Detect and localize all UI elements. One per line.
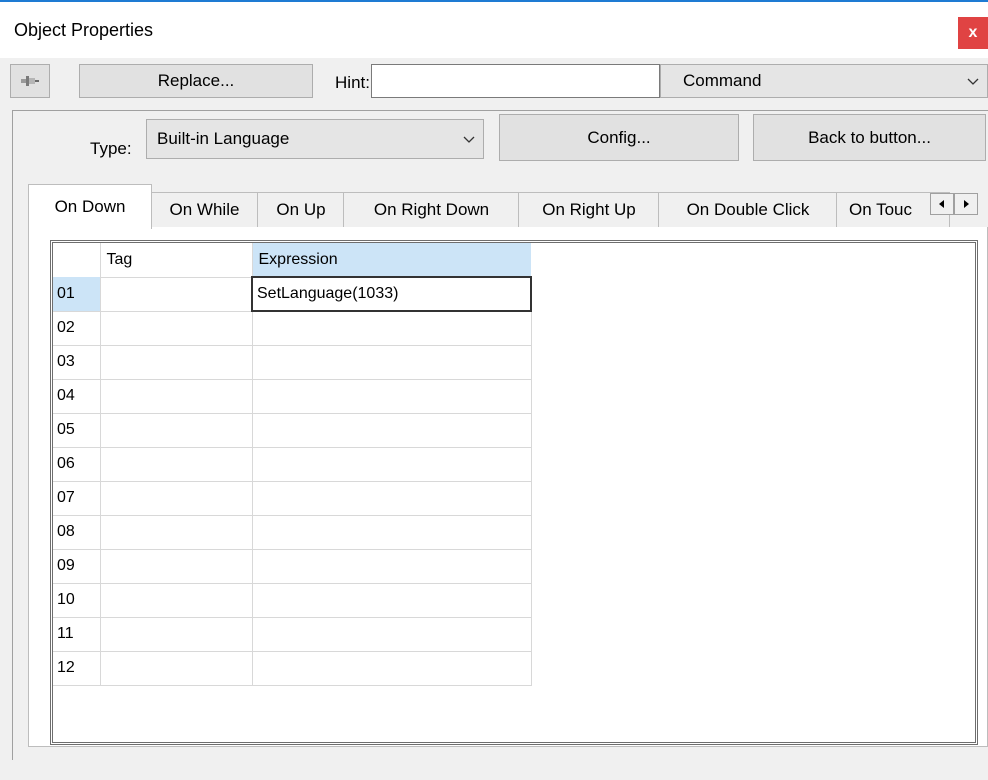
row-number[interactable]: 12 — [53, 651, 101, 686]
scroll-left-button[interactable] — [930, 193, 954, 215]
table-row: 03 — [53, 345, 532, 380]
config-button[interactable]: Config... — [499, 114, 739, 161]
tag-cell[interactable] — [100, 651, 253, 686]
table-row: 12 — [53, 651, 532, 686]
hint-label: Hint: — [335, 73, 370, 92]
tag-cell[interactable] — [100, 379, 253, 414]
expression-cell[interactable] — [252, 617, 532, 652]
expression-cell[interactable]: SetLanguage(1033) — [251, 276, 532, 312]
expression-cell[interactable] — [252, 481, 532, 516]
type-label: Type: — [90, 139, 132, 158]
row-number[interactable]: 04 — [53, 379, 101, 414]
tag-cell[interactable] — [100, 617, 253, 652]
back-to-button-button[interactable]: Back to button... — [753, 114, 986, 161]
table-row: 04 — [53, 379, 532, 414]
type-dropdown-value: Built-in Language — [157, 129, 290, 148]
tab-on-while[interactable]: On While — [150, 192, 259, 227]
arrow-right-icon — [964, 200, 969, 208]
event-tabs: On Down On While On Up On Right Down On … — [28, 184, 988, 229]
type-dropdown[interactable]: Built-in Language — [146, 119, 484, 159]
expression-grid: Tag Expression 01 SetLanguage(1033) 02 0… — [53, 243, 534, 686]
expression-cell[interactable] — [252, 651, 532, 686]
tag-cell[interactable] — [100, 311, 253, 346]
pushpin-icon — [21, 76, 39, 86]
table-row: 06 — [53, 447, 532, 482]
table-row: 10 — [53, 583, 532, 618]
row-number[interactable]: 06 — [53, 447, 101, 482]
table-row: 09 — [53, 549, 532, 584]
table-row: 08 — [53, 515, 532, 550]
tab-on-right-up[interactable]: On Right Up — [518, 192, 660, 227]
grid-corner — [53, 243, 101, 277]
tag-cell[interactable] — [100, 583, 253, 618]
table-row: 05 — [53, 413, 532, 448]
expression-cell[interactable] — [252, 413, 532, 448]
scroll-right-button[interactable] — [954, 193, 978, 215]
tag-cell[interactable] — [100, 413, 253, 448]
tab-on-down[interactable]: On Down — [28, 184, 152, 229]
arrow-left-icon — [939, 200, 944, 208]
table-row: 07 — [53, 481, 532, 516]
tab-on-up[interactable]: On Up — [257, 192, 345, 227]
expression-cell[interactable] — [252, 447, 532, 482]
hint-input[interactable] — [371, 64, 660, 98]
replace-button[interactable]: Replace... — [79, 64, 313, 98]
command-dropdown-value: Command — [683, 71, 762, 90]
tag-cell[interactable] — [100, 515, 253, 550]
expression-cell[interactable] — [252, 379, 532, 414]
row-number[interactable]: 07 — [53, 481, 101, 516]
row-number[interactable]: 01 — [53, 277, 101, 312]
tab-scroll-buttons — [930, 193, 978, 215]
row-number[interactable]: 03 — [53, 345, 101, 380]
column-header-tag[interactable]: Tag — [100, 243, 253, 278]
row-number[interactable]: 08 — [53, 515, 101, 550]
expression-cell[interactable] — [252, 515, 532, 550]
row-number[interactable]: 09 — [53, 549, 101, 584]
tag-cell[interactable] — [100, 277, 253, 312]
tag-cell[interactable] — [100, 549, 253, 584]
table-row: 01 SetLanguage(1033) — [53, 276, 532, 312]
chevron-down-icon — [463, 136, 475, 143]
expression-cell[interactable] — [252, 311, 532, 346]
tag-cell[interactable] — [100, 481, 253, 516]
column-header-expression[interactable]: Expression — [252, 243, 531, 278]
tag-cell[interactable] — [100, 447, 253, 482]
expression-cell[interactable] — [252, 583, 532, 618]
tab-on-double-click[interactable]: On Double Click — [658, 192, 838, 227]
row-number[interactable]: 10 — [53, 583, 101, 618]
table-row: 11 — [53, 617, 532, 652]
row-number[interactable]: 02 — [53, 311, 101, 346]
expression-cell[interactable] — [252, 549, 532, 584]
pin-button[interactable] — [10, 64, 50, 98]
chevron-down-icon — [967, 78, 979, 85]
table-row: 02 — [53, 311, 532, 346]
command-dropdown[interactable]: Command — [660, 64, 988, 98]
window-title: Object Properties — [14, 20, 154, 40]
expression-cell[interactable] — [252, 345, 532, 380]
row-number[interactable]: 05 — [53, 413, 101, 448]
close-button[interactable]: x — [958, 17, 988, 49]
row-number[interactable]: 11 — [53, 617, 101, 652]
tag-cell[interactable] — [100, 345, 253, 380]
tab-on-right-down[interactable]: On Right Down — [343, 192, 520, 227]
